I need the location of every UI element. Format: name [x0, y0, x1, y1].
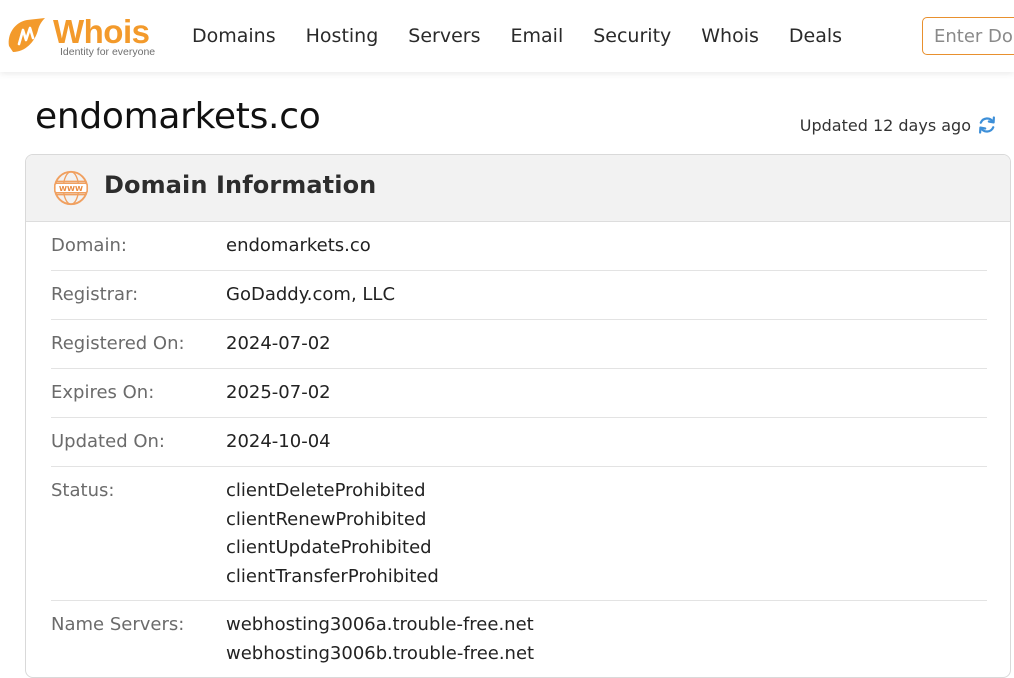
table-row: Name Servers: webhosting3006a.trouble-fr… [51, 601, 987, 677]
status-value: clientDeleteProhibited [226, 480, 426, 501]
logo-wordmark: Whois [53, 13, 150, 50]
domain-value: endomarkets.co [226, 235, 371, 256]
updated-text: Updated 12 days ago [799, 115, 971, 135]
table-row: Updated On: 2024-10-04 [51, 418, 987, 467]
row-label: Registered On: [51, 333, 185, 354]
registered-on-value: 2024-07-02 [226, 333, 331, 354]
nav-deals[interactable]: Deals [774, 0, 857, 72]
row-label: Name Servers: [51, 614, 185, 635]
status-value: clientRenewProhibited [226, 508, 427, 530]
row-label: Status: [51, 480, 115, 501]
main-nav: Domains Hosting Servers Email Security W… [177, 0, 857, 72]
page-title: endomarkets.co [35, 96, 321, 137]
registrar-value: GoDaddy.com, LLC [226, 284, 396, 305]
row-value: webhosting3006a.trouble-free.net webhost… [226, 611, 535, 677]
row-value: GoDaddy.com, LLC [226, 281, 395, 319]
nav-servers[interactable]: Servers [393, 0, 495, 72]
status-value: clientTransferProhibited [226, 565, 439, 587]
svg-text:WWW: WWW [59, 184, 83, 193]
nav-whois[interactable]: Whois [686, 0, 774, 72]
table-row: Status: clientDeleteProhibited clientRen… [51, 467, 987, 601]
nav-security[interactable]: Security [578, 0, 686, 72]
domain-information-card: WWW Domain Information Domain: endomarke… [25, 154, 1011, 678]
whois-logo[interactable]: Whois Identity for everyone [5, 14, 165, 60]
row-label: Updated On: [51, 431, 165, 452]
table-row: Registered On: 2024-07-02 [51, 320, 987, 369]
name-server-value: webhosting3006b.trouble-free.net [226, 642, 535, 664]
row-value: 2024-07-02 [226, 330, 331, 368]
updated-on-value: 2024-10-04 [226, 431, 331, 452]
card-header: WWW Domain Information [26, 155, 1010, 222]
logo-tagline: Identity for everyone [60, 46, 156, 58]
name-server-value: webhosting3006a.trouble-free.net [226, 614, 534, 635]
table-row: Expires On: 2025-07-02 [51, 369, 987, 418]
www-icon: WWW [53, 170, 89, 206]
row-label: Registrar: [51, 284, 139, 305]
domain-info-table: Domain: endomarkets.co Registrar: GoDadd… [51, 222, 987, 677]
whois-logo-icon [8, 18, 46, 52]
updated-status: Updated 12 days ago [800, 114, 998, 136]
status-value: clientUpdateProhibited [226, 537, 432, 558]
nav-domains[interactable]: Domains [177, 0, 291, 72]
site-header: Whois Identity for everyone Domains Host… [0, 0, 1014, 72]
table-row: Domain: endomarkets.co [51, 222, 987, 271]
row-value: 2024-10-04 [226, 428, 331, 466]
table-row: Registrar: GoDaddy.com, LLC [51, 271, 987, 320]
refresh-icon[interactable] [976, 114, 998, 136]
row-label: Expires On: [51, 382, 155, 403]
card-title: Domain Information [104, 171, 377, 199]
expires-on-value: 2025-07-02 [226, 382, 331, 403]
row-value: 2025-07-02 [226, 379, 331, 417]
row-value: clientDeleteProhibited clientRenewProhib… [226, 477, 439, 600]
nav-hosting[interactable]: Hosting [291, 0, 394, 72]
row-value: endomarkets.co [226, 232, 371, 270]
row-label: Domain: [51, 235, 127, 256]
nav-email[interactable]: Email [496, 0, 579, 72]
domain-search-box [922, 17, 1014, 55]
domain-search-input[interactable] [923, 18, 1014, 54]
